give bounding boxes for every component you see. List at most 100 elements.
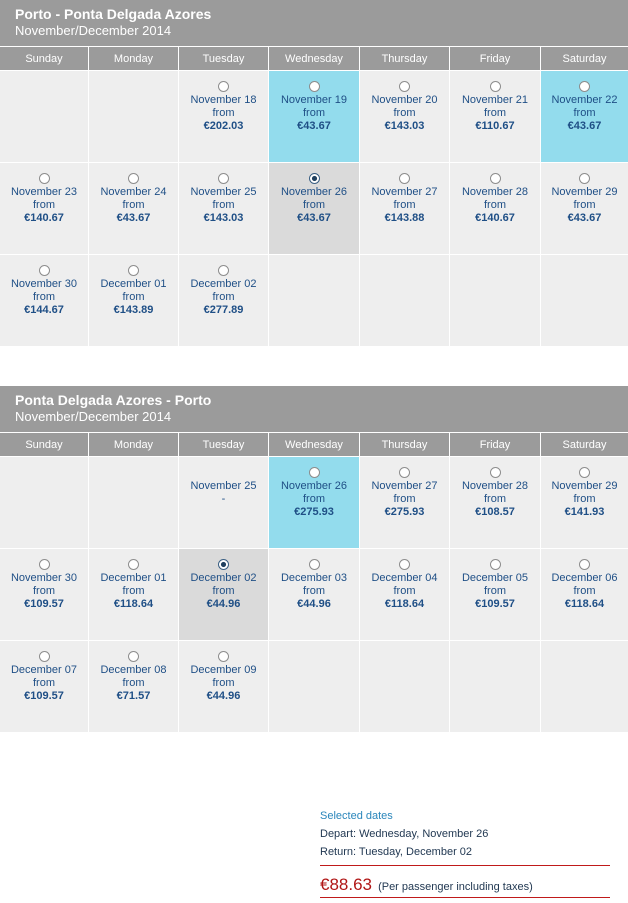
day-date-label: December 01: [100, 572, 167, 584]
from-label: from: [33, 199, 55, 211]
day-cell: November 25-: [179, 456, 269, 548]
date-radio[interactable]: [579, 81, 590, 92]
date-radio[interactable]: [399, 559, 410, 570]
calendar-header: Ponta Delgada Azores - Porto November/De…: [0, 386, 628, 432]
day-cell[interactable]: December 01 from €143.89: [89, 254, 179, 346]
date-radio[interactable]: [308, 467, 320, 478]
day-date-label: November 28: [461, 480, 529, 492]
date-radio[interactable]: [128, 173, 139, 184]
day-cell[interactable]: December 02 from €44.96: [179, 548, 269, 640]
from-label: from: [212, 585, 235, 597]
day-cell[interactable]: December 08 from €71.57: [89, 640, 179, 732]
date-radio[interactable]: [579, 467, 590, 478]
date-radio-selected[interactable]: [218, 559, 229, 570]
day-cell[interactable]: November 26 from €275.93: [269, 456, 360, 548]
weekday-header: Friday: [450, 46, 541, 71]
day-cell[interactable]: November 29 from €43.67: [541, 162, 628, 254]
from-label: from: [303, 493, 325, 505]
fare-price: €118.64: [564, 598, 605, 610]
date-radio[interactable]: [399, 467, 410, 478]
date-radio[interactable]: [308, 81, 320, 92]
fare-price: €44.96: [206, 690, 241, 702]
from-label: from: [393, 107, 416, 119]
day-cell[interactable]: November 28 from €108.57: [450, 456, 541, 548]
day-date-label: December 02: [190, 278, 257, 290]
empty-day-cell: [89, 456, 179, 548]
date-radio[interactable]: [399, 81, 410, 92]
date-radio[interactable]: [489, 81, 501, 92]
day-cell[interactable]: November 27 from €275.93: [360, 456, 450, 548]
date-radio[interactable]: [579, 173, 590, 184]
day-cell[interactable]: November 23 from €140.67: [0, 162, 89, 254]
date-radio[interactable]: [489, 467, 501, 478]
day-date-label: November 20: [371, 94, 438, 106]
day-cell[interactable]: December 02 from €277.89: [179, 254, 269, 346]
from-label: from: [573, 493, 596, 505]
from-label: -: [221, 493, 226, 505]
date-radio[interactable]: [38, 265, 50, 276]
date-radio[interactable]: [218, 265, 229, 276]
day-cell[interactable]: December 03 from €44.96: [269, 548, 360, 640]
day-cell[interactable]: November 27 from €143.88: [360, 162, 450, 254]
outbound-calendar: Porto - Ponta Delgada Azores November/De…: [0, 0, 628, 346]
day-cell[interactable]: November 30 from €144.67: [0, 254, 89, 346]
day-cell[interactable]: November 20 from €143.03: [360, 70, 450, 162]
fare-price: €108.57: [475, 506, 515, 518]
day-cell[interactable]: November 21 from €110.67: [450, 70, 541, 162]
day-cell[interactable]: November 24 from €43.67: [89, 162, 179, 254]
fare-price: €118.64: [384, 598, 425, 610]
day-cell[interactable]: November 29 from €141.93: [541, 456, 628, 548]
day-date-label: December 09: [190, 664, 257, 676]
date-radio[interactable]: [128, 651, 139, 662]
date-radio[interactable]: [308, 559, 320, 570]
day-cell[interactable]: November 18 from €202.03: [179, 70, 269, 162]
weekday-header: Sunday: [0, 46, 89, 71]
date-radio-selected[interactable]: [308, 173, 320, 184]
fare-price: €140.67: [475, 212, 515, 224]
date-radio[interactable]: [489, 173, 501, 184]
weekday-header: Thursday: [360, 432, 450, 457]
date-radio[interactable]: [128, 265, 139, 276]
weekday-header-row: Sunday Monday Tuesday Wednesday Thursday Frid…: [0, 46, 628, 71]
date-radio[interactable]: [38, 173, 50, 184]
fare-price: €110.67: [475, 120, 515, 132]
month-subtitle: November/December 2014: [15, 23, 172, 38]
date-radio[interactable]: [579, 559, 590, 570]
date-radio[interactable]: [218, 173, 229, 184]
day-cell[interactable]: November 28 from €140.67: [450, 162, 541, 254]
day-cell[interactable]: December 06 from €118.64: [541, 548, 628, 640]
day-date-label: November 29: [551, 480, 618, 492]
day-cell[interactable]: December 09 from €44.96: [179, 640, 269, 732]
from-label: from: [212, 291, 235, 303]
date-radio[interactable]: [489, 559, 501, 570]
from-label: from: [212, 677, 235, 689]
day-cell[interactable]: December 01 from €118.64: [89, 548, 179, 640]
day-cell[interactable]: November 19 from €43.67: [269, 70, 360, 162]
day-date-label: November 30: [10, 572, 78, 584]
summary-title: Selected dates: [320, 810, 393, 822]
fare-price: €144.67: [24, 304, 64, 316]
date-radio[interactable]: [218, 81, 229, 92]
day-cell[interactable]: December 04 from €118.64: [360, 548, 450, 640]
day-cell[interactable]: November 22 from €43.67: [541, 70, 628, 162]
date-radio[interactable]: [218, 651, 229, 662]
day-cell[interactable]: December 05 from €109.57: [450, 548, 541, 640]
day-cell[interactable]: November 25 from €143.03: [179, 162, 269, 254]
day-date-label: November 24: [100, 186, 167, 198]
day-date-label: December 06: [551, 572, 618, 584]
day-date-label: November 22: [551, 94, 618, 106]
selected-dates-summary: Selected dates Depart: Wednesday, Novemb…: [320, 810, 610, 898]
day-cell[interactable]: November 26 from €43.67: [269, 162, 360, 254]
fare-price: €143.88: [384, 212, 425, 224]
date-radio[interactable]: [38, 651, 50, 662]
calendar-grid: November 18 from €202.03 November 19 from €43…: [0, 70, 628, 346]
date-radio[interactable]: [399, 173, 410, 184]
price-note: (Per passenger including taxes): [378, 881, 533, 893]
date-radio[interactable]: [38, 559, 50, 570]
day-cell[interactable]: November 30 from €109.57: [0, 548, 89, 640]
from-label: from: [33, 585, 55, 597]
from-label: from: [122, 291, 145, 303]
fare-price: €43.67: [297, 212, 331, 224]
day-cell[interactable]: December 07 from €109.57: [0, 640, 89, 732]
date-radio[interactable]: [128, 559, 139, 570]
